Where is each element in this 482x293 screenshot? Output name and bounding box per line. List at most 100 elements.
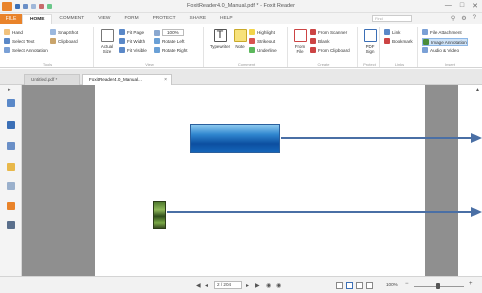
window-title: FoxitReader4.0_Manual.pdf * - Foxit Read… [187,3,295,9]
paperclip-icon [422,29,428,35]
rotate-left-icon [154,38,160,44]
zoom-slider-handle[interactable] [436,283,440,289]
hand-button[interactable]: Hand [4,29,23,35]
insert-group: File Attachment Image Annotation Audio &… [420,27,480,67]
note-button[interactable]: Note [233,29,247,49]
next-page-icon[interactable]: ▸ [246,282,249,289]
single-page-view-icon[interactable] [336,282,343,289]
image-annotation-small[interactable] [153,201,166,229]
continuous-facing-view-icon[interactable] [366,282,373,289]
from-file-button[interactable]: From File [293,29,307,54]
doc-tab-untitled[interactable]: Untitled.pdf * [24,74,80,85]
strikeout-icon [249,38,255,44]
tab-right-tools: ⚲ ⚙ ? [451,15,476,22]
blank-button[interactable]: Blank [310,38,330,44]
first-page-icon[interactable]: ◀ [196,282,201,289]
search-icon[interactable]: ⚲ [451,15,455,22]
comment-group: T Typewriter Note Highlight Strikeout Und… [206,27,288,67]
rotate-left-button[interactable]: Rotate Left [154,38,184,44]
comment-group-label: Comment [237,62,256,67]
fit-width-button[interactable]: Fit Width [119,38,145,44]
layers-icon[interactable] [7,142,15,150]
bookmark-button[interactable]: Bookmark [384,38,413,44]
previous-page-icon[interactable]: ◂ [205,282,208,289]
image-annotation-button[interactable]: Image Annotation [422,38,468,46]
settings-icon[interactable]: ⚙ [461,15,466,22]
from-clipboard-button[interactable]: From Clipboard [310,47,350,53]
tab-protect[interactable]: PROTECT [146,14,183,24]
close-tab-icon[interactable]: × [164,75,167,85]
actual-size-button[interactable]: Actual Size [99,29,115,54]
from-file-icon [293,29,307,42]
security-icon[interactable] [7,202,15,210]
search-input[interactable]: Find [372,15,412,22]
strikeout-button[interactable]: Strikeout [249,38,275,44]
note-icon [233,29,247,42]
file-attachment-button[interactable]: File Attachment [422,29,462,35]
status-bar: ◀ ◂ 2 / 204 ▸ ▶ ◉ ◉ 100% − + [0,276,482,293]
scanner-icon [310,29,316,35]
tools-group-label: Tools [42,62,53,67]
bookmarks-icon[interactable] [7,121,15,129]
zoom-level[interactable]: 100% [386,282,398,287]
attachment-icon[interactable] [7,182,15,190]
audio-video-button[interactable]: Audio & Video [422,47,459,53]
right-margin-area [458,85,482,276]
page-number-input[interactable]: 2 / 204 [214,281,242,289]
next-view-icon[interactable]: ◉ [276,282,281,289]
zoom-icon [154,29,160,36]
fit-page-button[interactable]: Fit Page [119,29,144,35]
scroll-up-icon[interactable]: ▲ [475,87,480,93]
from-scanner-button[interactable]: From Scanner [310,29,347,35]
facing-view-icon[interactable] [356,282,363,289]
fit-visible-button[interactable]: Fit Visible [119,47,147,53]
tools-group: Hand Select Text Select Annotation SnapS… [2,27,94,67]
continuous-view-icon[interactable] [346,282,353,289]
window-controls: — □ ✕ [445,2,478,10]
maximize-button[interactable]: □ [460,2,464,10]
view-group: Actual Size Fit Page Fit Width Fit Visib… [96,27,204,67]
link-button[interactable]: Link [384,29,400,35]
document-tab-bar: Untitled.pdf * FoxitReader4.0_Manual... × [0,69,482,85]
doc-tab-manual[interactable]: FoxitReader4.0_Manual... × [82,74,172,85]
zoom-out-icon[interactable]: − [405,281,409,287]
previous-view-icon[interactable]: ◉ [266,282,271,289]
select-text-button[interactable]: Select Text [4,38,34,44]
last-page-icon[interactable]: ▶ [255,282,260,289]
document-margin-right [425,85,458,276]
signature-icon[interactable] [7,221,15,229]
select-text-icon [4,38,10,44]
help-icon[interactable]: ? [473,15,476,22]
comments-icon[interactable] [7,163,15,171]
pages-icon[interactable] [7,99,15,107]
ribbon-toolbar: Hand Select Text Select Annotation SnapS… [0,24,482,68]
fit-page-icon [119,29,125,35]
protect-group: PDF Sign Protect [360,27,380,67]
tab-help[interactable]: HELP [213,14,240,24]
minimize-button[interactable]: — [445,2,452,10]
clipboard-button[interactable]: Clipboard [50,38,78,44]
highlight-button[interactable]: Highlight [249,29,275,35]
snapshot-button[interactable]: SnapShot [50,29,78,35]
zoom-in-icon[interactable]: + [469,281,473,287]
tab-file[interactable]: FILE [0,14,22,24]
tab-share[interactable]: SHARE [183,14,214,24]
pdf-page[interactable] [95,85,425,276]
image-annotation-banner[interactable] [190,124,280,153]
select-annotation-button[interactable]: Select Annotation [4,47,48,53]
document-margin-left [22,85,95,276]
tab-home[interactable]: HOME [22,14,53,24]
rotate-right-button[interactable]: Rotate Right [154,47,188,53]
underline-button[interactable]: Underline [249,47,277,53]
clipboard-pdf-icon [310,47,316,53]
pdf-sign-button[interactable]: PDF Sign [362,29,378,54]
panel-collapse-icon[interactable]: ▸ [8,87,11,93]
tab-view[interactable]: VIEW [91,14,117,24]
tab-comment[interactable]: COMMENT [52,14,91,24]
close-button[interactable]: ✕ [472,2,478,10]
link-icon [384,29,390,35]
typewriter-button[interactable]: T Typewriter [209,29,231,49]
pen-sign-icon [363,29,377,42]
zoom-select[interactable]: 100% [154,29,184,36]
tab-form[interactable]: FORM [117,14,145,24]
